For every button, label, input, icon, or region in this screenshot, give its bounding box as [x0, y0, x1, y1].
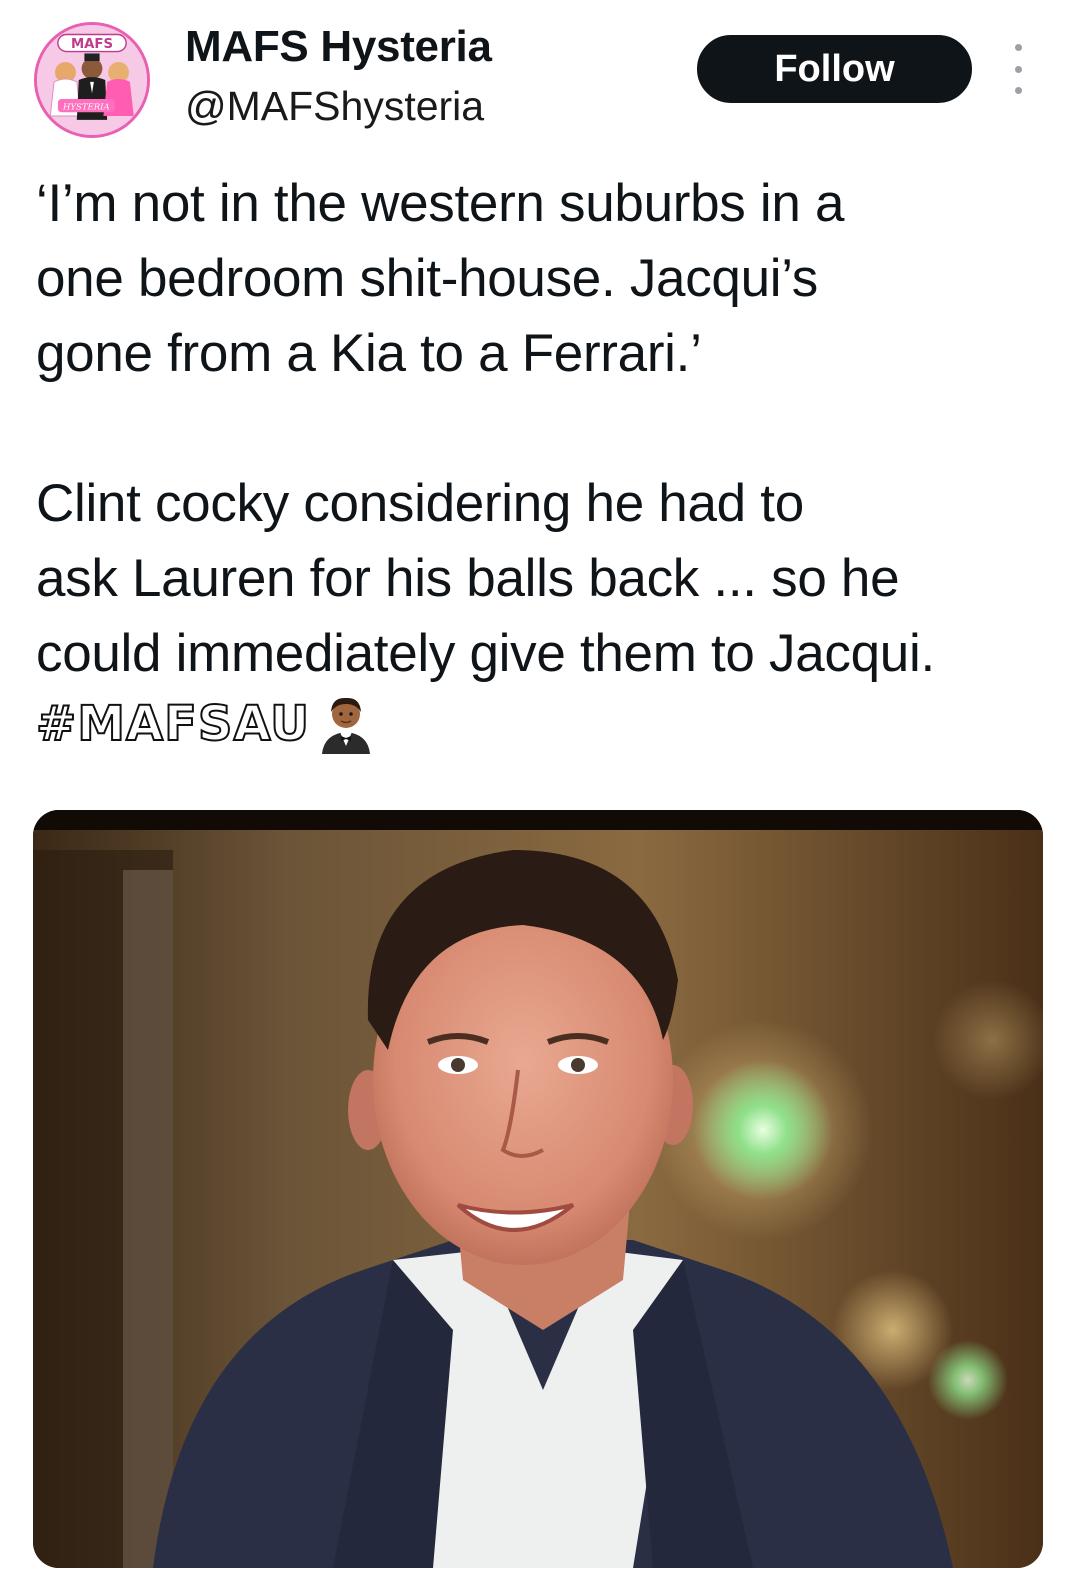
hashtag-link[interactable]: #MAFSAU [35, 695, 310, 753]
avatar-bottom-text: HYSTERIA [62, 102, 110, 112]
display-name[interactable]: MAFS Hysteria [185, 20, 492, 74]
user-handle[interactable]: @MAFShysteria [185, 80, 484, 132]
dot [1014, 44, 1022, 51]
more-vertical-icon[interactable] [1004, 44, 1032, 94]
tweet-paragraph-2: Clint cocky considering he had to ask La… [36, 474, 935, 683]
tweet-text: ‘I’m not in the western suburbs in a one… [36, 166, 1056, 691]
dot [1014, 87, 1022, 94]
follow-button[interactable]: Follow [697, 35, 972, 103]
tweet-photo[interactable] [33, 810, 1043, 1568]
tweet-paragraph-1: ‘I’m not in the western suburbs in a one… [36, 174, 845, 383]
avatar[interactable]: MAFS HYSTERIA [34, 22, 150, 138]
dot [1014, 65, 1022, 73]
hashtag-line: #MAFSAU [35, 688, 376, 760]
avatar-top-text: MAFS [71, 37, 113, 52]
person-in-tuxedo-icon [322, 697, 371, 754]
man-in-suit-icon [33, 810, 1043, 1568]
mafs-hysteria-logo: MAFS HYSTERIA [37, 25, 147, 135]
